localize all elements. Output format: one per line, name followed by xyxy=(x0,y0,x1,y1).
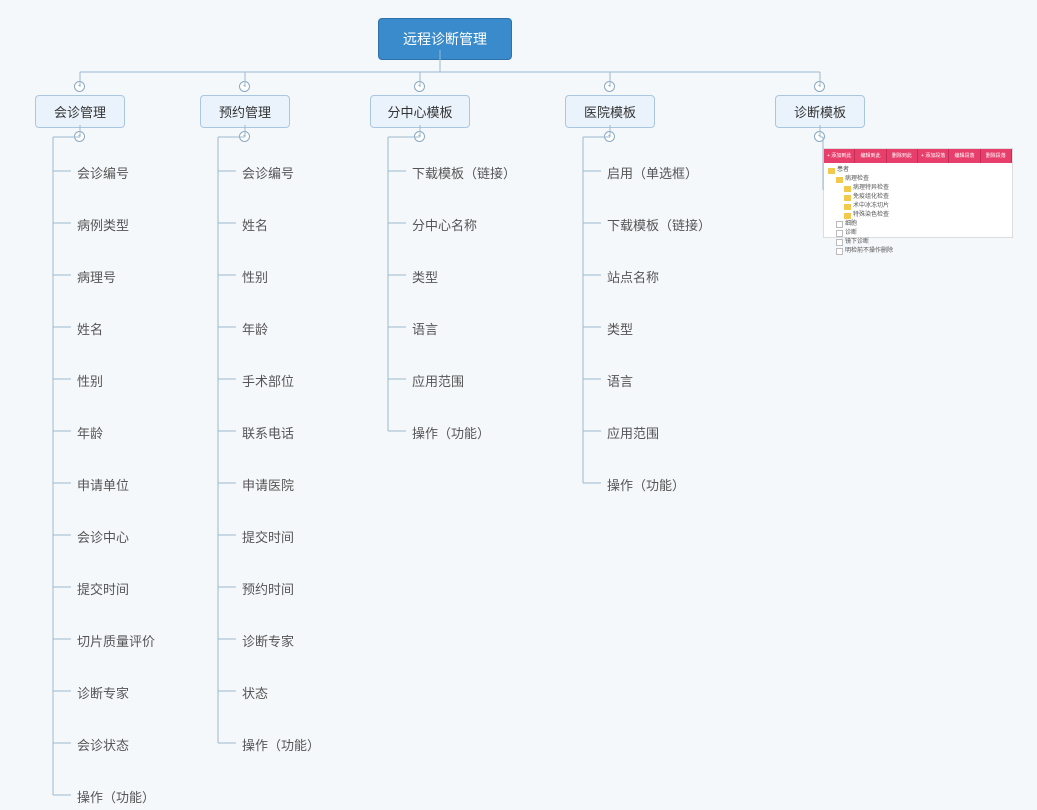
leaf-node: 会诊状态 xyxy=(77,735,129,754)
file-icon xyxy=(836,221,843,228)
leaf-node: 分中心名称 xyxy=(412,215,477,234)
thumbnail-tree-item: 特殊染色检查 xyxy=(853,211,889,220)
collapse-toggle-icon[interactable] xyxy=(814,131,825,142)
leaf-node: 语言 xyxy=(412,319,438,338)
leaf-node: 申请单位 xyxy=(77,475,129,494)
leaf-node: 姓名 xyxy=(242,215,268,234)
thumbnail-tree-item: 镜下诊断 xyxy=(845,238,869,247)
thumbnail-tab[interactable]: + 添加段落 xyxy=(918,149,949,163)
leaf-node: 应用范围 xyxy=(412,371,464,390)
thumbnail-tree: 患者病理检查病理特异检查免疫组化检查术中冰冻切片特殊染色检查细胞诊断镜下诊断明检… xyxy=(824,163,1012,259)
folder-icon xyxy=(844,186,851,192)
folder-icon xyxy=(844,213,851,219)
leaf-node: 病例类型 xyxy=(77,215,129,234)
leaf-node: 切片质量评价 xyxy=(77,631,155,650)
leaf-node: 提交时间 xyxy=(242,527,294,546)
thumbnail-tree-item: 免疫组化检查 xyxy=(853,193,889,202)
leaf-node: 性别 xyxy=(242,267,268,286)
leaf-node: 姓名 xyxy=(77,319,103,338)
leaf-node: 手术部位 xyxy=(242,371,294,390)
thumbnail-tab[interactable]: 删除到此 xyxy=(887,149,918,163)
leaf-node: 下载模板（链接） xyxy=(607,215,711,234)
connector-lines xyxy=(0,0,1037,810)
file-icon xyxy=(836,248,843,255)
thumbnail-tab[interactable]: 编辑到此 xyxy=(855,149,886,163)
branch-label: 诊断模板 xyxy=(794,105,846,120)
root-label: 远程诊断管理 xyxy=(403,31,487,47)
branch-label: 医院模板 xyxy=(584,105,636,120)
collapse-toggle-icon[interactable] xyxy=(414,131,425,142)
thumbnail-tree-item: 明检前不操作删除 xyxy=(845,247,893,256)
leaf-node: 提交时间 xyxy=(77,579,129,598)
root-node[interactable]: 远程诊断管理 xyxy=(378,18,512,60)
leaf-node: 操作（功能） xyxy=(242,735,320,754)
thumbnail-tree-item: 病理检查 xyxy=(845,175,869,184)
collapse-toggle-icon[interactable] xyxy=(74,131,85,142)
leaf-node: 类型 xyxy=(607,319,633,338)
leaf-node: 状态 xyxy=(242,683,268,702)
leaf-node: 年龄 xyxy=(242,319,268,338)
collapse-toggle-icon[interactable] xyxy=(239,81,250,92)
thumbnail-tree-item: 诊断 xyxy=(845,229,857,238)
thumbnail-tab[interactable]: + 添加到此 xyxy=(824,149,855,163)
leaf-node: 启用（单选框） xyxy=(607,163,698,182)
branch-node-b4[interactable]: 医院模板 xyxy=(565,95,655,128)
leaf-node: 语言 xyxy=(607,371,633,390)
leaf-node: 操作（功能） xyxy=(412,423,490,442)
branch-node-b1[interactable]: 会诊管理 xyxy=(35,95,125,128)
collapse-toggle-icon[interactable] xyxy=(604,131,615,142)
branch-label: 会诊管理 xyxy=(54,105,106,120)
branch-node-b5[interactable]: 诊断模板 xyxy=(775,95,865,128)
thumbnail-tab[interactable]: 编辑段落 xyxy=(949,149,980,163)
branch-node-b2[interactable]: 预约管理 xyxy=(200,95,290,128)
branch-node-b3[interactable]: 分中心模板 xyxy=(370,95,470,128)
leaf-node: 操作（功能） xyxy=(77,787,155,806)
file-icon xyxy=(836,239,843,246)
thumbnail-tab[interactable]: 删除段落 xyxy=(981,149,1012,163)
leaf-node: 诊断专家 xyxy=(77,683,129,702)
leaf-node: 应用范围 xyxy=(607,423,659,442)
thumbnail-tree-item: 术中冰冻切片 xyxy=(853,202,889,211)
leaf-node: 会诊编号 xyxy=(242,163,294,182)
leaf-node: 操作（功能） xyxy=(607,475,685,494)
folder-icon xyxy=(844,195,851,201)
collapse-toggle-icon[interactable] xyxy=(814,81,825,92)
leaf-node: 会诊中心 xyxy=(77,527,129,546)
folder-icon xyxy=(836,177,843,183)
thumbnail-tab-bar: + 添加到此编辑到此删除到此+ 添加段落编辑段落删除段落 xyxy=(824,149,1012,163)
collapse-toggle-icon[interactable] xyxy=(239,131,250,142)
branch-label: 分中心模板 xyxy=(387,105,452,120)
leaf-node: 会诊编号 xyxy=(77,163,129,182)
leaf-node: 诊断专家 xyxy=(242,631,294,650)
leaf-node: 联系电话 xyxy=(242,423,294,442)
file-icon xyxy=(836,230,843,237)
diagnosis-template-thumbnail: + 添加到此编辑到此删除到此+ 添加段落编辑段落删除段落 患者病理检查病理特异检… xyxy=(823,148,1013,238)
collapse-toggle-icon[interactable] xyxy=(414,81,425,92)
leaf-node: 类型 xyxy=(412,267,438,286)
leaf-node: 年龄 xyxy=(77,423,103,442)
collapse-toggle-icon[interactable] xyxy=(604,81,615,92)
leaf-node: 申请医院 xyxy=(242,475,294,494)
leaf-node: 病理号 xyxy=(77,267,116,286)
thumbnail-tree-root: 患者 xyxy=(837,166,849,175)
thumbnail-tree-item: 细胞 xyxy=(845,220,857,229)
folder-icon xyxy=(828,168,835,174)
branch-label: 预约管理 xyxy=(219,105,271,120)
leaf-node: 预约时间 xyxy=(242,579,294,598)
collapse-toggle-icon[interactable] xyxy=(74,81,85,92)
leaf-node: 站点名称 xyxy=(607,267,659,286)
leaf-node: 性别 xyxy=(77,371,103,390)
thumbnail-tree-item: 病理特异检查 xyxy=(853,184,889,193)
folder-icon xyxy=(844,204,851,210)
leaf-node: 下载模板（链接） xyxy=(412,163,516,182)
